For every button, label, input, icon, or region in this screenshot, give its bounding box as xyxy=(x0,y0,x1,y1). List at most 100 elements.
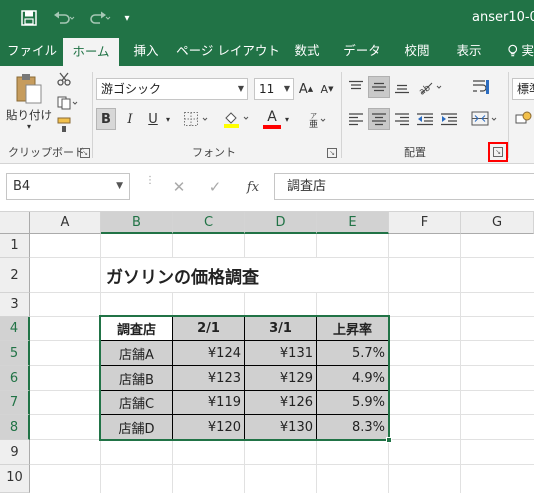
align-bottom-icon xyxy=(395,84,409,94)
sheet-title[interactable]: ガソリンの価格調査 xyxy=(103,258,363,292)
column-header-a[interactable]: A xyxy=(30,212,101,234)
tab-home[interactable]: ホーム xyxy=(63,38,119,66)
select-all-button[interactable] xyxy=(0,212,30,234)
divider xyxy=(92,72,93,158)
chevron-down-icon: ▼ xyxy=(237,84,244,93)
fill-color-button[interactable] xyxy=(220,108,254,130)
lightbulb-icon xyxy=(508,44,518,57)
gridline xyxy=(30,292,534,293)
align-center-button[interactable] xyxy=(368,108,390,130)
insert-function-icon[interactable]: fx xyxy=(240,174,266,200)
underline-dropdown-icon[interactable]: ▾ xyxy=(162,108,174,130)
tab-review[interactable]: 校閲 xyxy=(396,36,438,66)
fill-color-swatch xyxy=(224,124,239,128)
decrease-indent-icon xyxy=(417,113,433,126)
tab-page-layout[interactable]: ページ レイアウト xyxy=(176,36,280,66)
paste-icon xyxy=(16,74,42,104)
column-header-c[interactable]: C xyxy=(173,212,245,234)
wrap-text-button[interactable] xyxy=(470,76,492,98)
splitter-icon[interactable]: ⋮ xyxy=(145,176,155,194)
row-header-6[interactable]: 6 xyxy=(0,366,30,391)
row-header-1[interactable]: 1 xyxy=(0,234,30,258)
increase-indent-icon xyxy=(441,113,457,126)
column-header-e[interactable]: E xyxy=(317,212,389,234)
italic-button[interactable]: I xyxy=(120,108,140,130)
tab-view[interactable]: 表示 xyxy=(446,36,492,66)
divider xyxy=(341,72,342,158)
font-launcher-icon[interactable]: ↘ xyxy=(327,148,337,158)
align-center-icon xyxy=(372,113,386,126)
cut-icon[interactable] xyxy=(55,70,73,88)
row-header-2[interactable]: 2 xyxy=(0,258,30,293)
column-header-g[interactable]: G xyxy=(461,212,534,234)
merge-center-button[interactable] xyxy=(470,108,500,130)
number-format-combo[interactable]: 標準 xyxy=(512,78,534,100)
align-top-button[interactable] xyxy=(346,76,366,98)
align-middle-icon xyxy=(372,82,386,92)
grow-font-button[interactable]: A ▲ xyxy=(297,78,315,100)
align-right-icon xyxy=(395,113,409,126)
customize-icon[interactable]: ▾ xyxy=(120,8,134,28)
align-left-button[interactable] xyxy=(346,108,366,130)
decrease-indent-button[interactable] xyxy=(414,108,436,130)
font-name-combo[interactable]: 游ゴシック ▼ xyxy=(96,78,248,100)
paste-button[interactable]: 貼り付け ▾ xyxy=(6,72,52,132)
clipboard-group-label: クリップボード xyxy=(8,146,85,159)
increase-indent-button[interactable] xyxy=(438,108,460,130)
row-header-9[interactable]: 9 xyxy=(0,440,30,465)
ribbon-tabs: ファイル ホーム 挿入 ページ レイアウト 数式 データ 校閲 表示 実 xyxy=(0,36,534,66)
column-header-f[interactable]: F xyxy=(389,212,461,234)
tab-insert[interactable]: 挿入 xyxy=(124,36,168,66)
formula-input[interactable]: 調査店 xyxy=(274,173,534,200)
shrink-font-button[interactable]: A ▼ xyxy=(318,78,336,100)
name-box[interactable]: B4 ▼ xyxy=(6,173,130,200)
font-color-button[interactable]: A ▾ xyxy=(258,108,294,130)
title-bar: ▾ anser10-01 xyxy=(0,0,534,36)
clipboard-launcher-icon[interactable]: ↘ xyxy=(80,148,90,158)
font-group-label: フォント xyxy=(192,146,236,159)
phonetic-button[interactable]: ア亜 xyxy=(306,108,330,130)
window-title: anser10-01 xyxy=(472,10,534,25)
borders-button[interactable] xyxy=(182,108,212,130)
gridline xyxy=(460,234,461,493)
orientation-icon: ab xyxy=(418,82,442,95)
save-icon[interactable] xyxy=(18,8,40,28)
tab-data[interactable]: データ xyxy=(336,36,388,66)
fill-handle[interactable] xyxy=(386,437,392,443)
phonetic-icon: ア亜 xyxy=(309,112,326,128)
tab-formulas[interactable]: 数式 xyxy=(286,36,328,66)
tab-tell-me[interactable]: 実 xyxy=(500,36,534,66)
row-header-4[interactable]: 4 xyxy=(0,317,30,341)
column-header-b[interactable]: B xyxy=(101,212,173,234)
row-header-7[interactable]: 7 xyxy=(0,391,30,415)
row-header-5[interactable]: 5 xyxy=(0,341,30,366)
alignment-group-label: 配置 xyxy=(404,146,426,159)
column-header-d[interactable]: D xyxy=(245,212,317,234)
accounting-format-icon[interactable] xyxy=(514,108,534,130)
wrap-text-icon xyxy=(473,80,489,94)
orientation-button[interactable]: ab xyxy=(416,76,446,98)
alignment-launcher-icon[interactable]: ↘ xyxy=(493,147,503,157)
format-painter-icon[interactable] xyxy=(55,116,73,134)
enter-icon[interactable]: ✓ xyxy=(202,174,228,200)
merge-center-icon xyxy=(471,111,497,126)
align-right-button[interactable] xyxy=(392,108,412,130)
cancel-icon[interactable]: ✕ xyxy=(166,174,192,200)
ribbon: 貼り付け ▾ クリップボード ↘ 游ゴシック ▼ 11 ▼ A ▲ A ▼ B I … xyxy=(0,66,534,164)
row-header-8[interactable]: 8 xyxy=(0,415,30,440)
align-bottom-button[interactable] xyxy=(392,76,412,98)
tab-file[interactable]: ファイル xyxy=(4,36,60,66)
svg-text:ア: ア xyxy=(310,112,317,120)
align-left-icon xyxy=(349,113,363,126)
align-middle-button[interactable] xyxy=(368,76,390,98)
redo-icon[interactable] xyxy=(86,8,114,28)
copy-icon[interactable] xyxy=(55,94,81,112)
font-size-combo[interactable]: 11 ▼ xyxy=(254,78,294,100)
gridline xyxy=(30,464,534,465)
chevron-down-icon: ▼ xyxy=(116,181,123,191)
underline-button[interactable]: U xyxy=(144,108,162,130)
undo-icon[interactable] xyxy=(50,8,78,28)
row-header-3[interactable]: 3 xyxy=(0,293,30,317)
row-header-10[interactable]: 10 xyxy=(0,465,30,493)
bold-button[interactable]: B xyxy=(96,108,116,130)
